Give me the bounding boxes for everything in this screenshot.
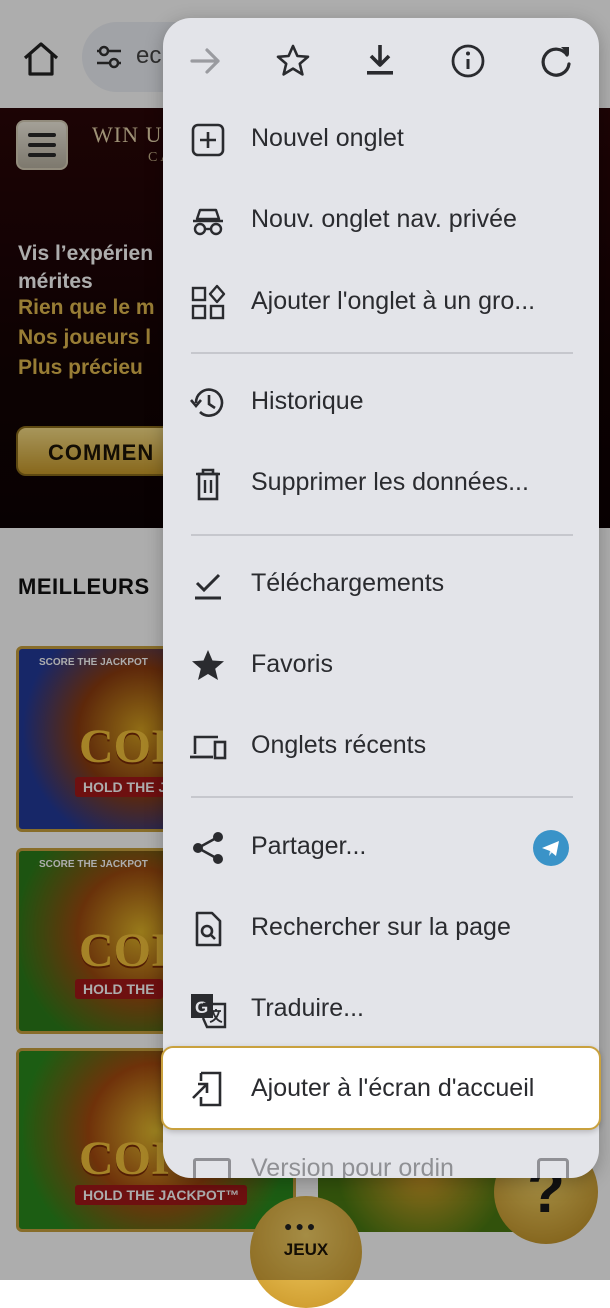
menu-item-desktop-site[interactable]: Version pour ordin [163, 1150, 599, 1178]
menu-item-label: Traduire... [251, 994, 365, 1022]
menu-item-label: Onglets récents [251, 731, 427, 759]
find-in-page-icon [189, 910, 227, 948]
menu-item-label: Supprimer les données... [251, 468, 529, 496]
menu-item-downloads[interactable]: Téléchargements [163, 545, 599, 625]
menu-item-incognito[interactable]: Nouv. onglet nav. privée [163, 181, 599, 261]
menu-item-add-to-home-screen[interactable]: Ajouter à l'écran d'accueil [161, 1046, 601, 1130]
menu-item-history[interactable]: Historique [163, 363, 599, 443]
new-tab-icon [189, 121, 227, 159]
menu-item-translate[interactable]: G Traduire... [163, 970, 599, 1050]
menu-item-label: Partager... [251, 832, 367, 860]
menu-item-recent-tabs[interactable]: Onglets récents [163, 707, 599, 787]
desktop-checkbox[interactable] [537, 1158, 569, 1178]
menu-item-share[interactable]: Partager... [163, 808, 599, 888]
download-icon[interactable] [357, 38, 403, 84]
share-icon [189, 829, 227, 867]
info-icon[interactable] [445, 38, 491, 84]
menu-item-label: Ajouter l'onglet à un gro... [251, 287, 536, 315]
menu-item-bookmarks[interactable]: Favoris [163, 626, 599, 706]
telegram-icon[interactable] [533, 830, 569, 866]
menu-item-label: Nouv. onglet nav. privée [251, 205, 517, 233]
downloads-check-icon [189, 566, 227, 604]
trash-icon [189, 465, 227, 503]
menu-item-new-tab[interactable]: Nouvel onglet [163, 100, 599, 180]
menu-item-tab-group[interactable]: Ajouter l'onglet à un gro... [163, 263, 599, 343]
menu-divider [191, 352, 573, 354]
menu-item-label: Historique [251, 387, 364, 415]
desktop-icon [193, 1158, 231, 1178]
menu-divider [191, 534, 573, 536]
overflow-menu: Nouvel onglet Nouv. onglet nav. privée A… [163, 18, 599, 1178]
star-icon [189, 647, 227, 685]
menu-item-label: Favoris [251, 650, 333, 678]
reload-icon[interactable] [533, 38, 579, 84]
menu-item-label: Nouvel onglet [251, 124, 404, 152]
menu-item-find-in-page[interactable]: Rechercher sur la page [163, 889, 599, 969]
bookmark-star-icon[interactable] [270, 38, 316, 84]
devices-icon [189, 728, 227, 766]
forward-icon[interactable] [183, 38, 229, 84]
menu-item-label: Téléchargements [251, 569, 445, 597]
menu-divider [191, 796, 573, 798]
add-to-home-icon [189, 1070, 227, 1108]
menu-item-label: Ajouter à l'écran d'accueil [251, 1074, 535, 1102]
menu-item-label: Version pour ordin [251, 1154, 454, 1178]
translate-icon: G [189, 991, 227, 1029]
menu-item-label: Rechercher sur la page [251, 913, 511, 941]
tab-group-icon [189, 284, 227, 322]
history-icon [189, 384, 227, 422]
svg-text:G: G [195, 998, 208, 1017]
menu-action-bar [163, 18, 599, 104]
menu-item-clear-data[interactable]: Supprimer les données... [163, 444, 599, 524]
incognito-icon [189, 202, 227, 240]
